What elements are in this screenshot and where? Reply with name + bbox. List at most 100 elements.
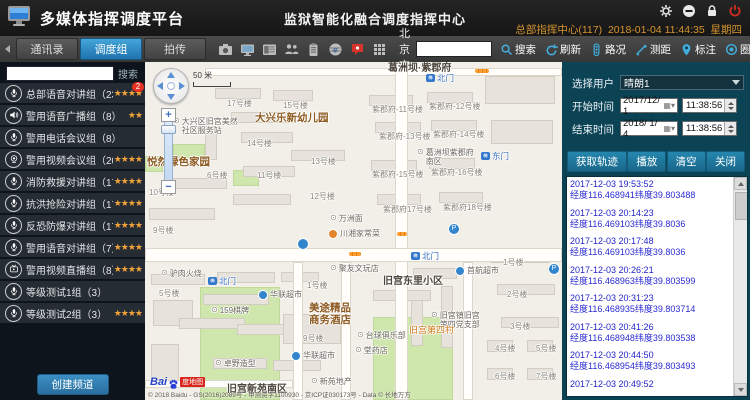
- tv-icon: [5, 261, 22, 278]
- zoom-out-button[interactable]: −: [161, 180, 176, 194]
- group-item[interactable]: 总部语音对讲组（23）★★★★2: [0, 83, 145, 103]
- zoom-slider-track[interactable]: [164, 122, 173, 180]
- minimize-icon[interactable]: [682, 4, 696, 18]
- track-point-entry[interactable]: 2017-12-03 20:26:21经度116.468963纬度39.8035…: [570, 265, 733, 288]
- group-item[interactable]: 抗洪抢险对讲组（17）★★★★: [0, 193, 145, 213]
- settings-gear-icon[interactable]: [659, 4, 673, 18]
- track-point-entry[interactable]: 2017-12-03 19:53:52经度116.468941纬度39.8034…: [570, 179, 733, 202]
- group-item[interactable]: 等级测试2组（3）★★★★: [0, 303, 145, 323]
- zoom-slider-thumb[interactable]: [161, 125, 176, 134]
- map-compass-control[interactable]: [153, 68, 189, 104]
- map-label-text: 大兴区旧宫美然 社区服务站: [182, 117, 238, 135]
- group-item[interactable]: 等级测试1组（3）: [0, 281, 145, 301]
- entry-coordinates: 经度116.468948纬度39.803538: [570, 333, 733, 344]
- scrollbar-thumb[interactable]: [735, 192, 748, 220]
- spin-down-icon[interactable]: [728, 107, 734, 110]
- group-item[interactable]: 警用语音广播组（8）★★: [0, 105, 145, 125]
- scroll-up-icon[interactable]: [734, 177, 747, 190]
- panel-icon[interactable]: [262, 42, 277, 57]
- track-point-entry[interactable]: 2017-12-03 20:14:23经度116.469103纬度39.8036: [570, 208, 733, 231]
- pan-right-icon[interactable]: [179, 82, 185, 90]
- pan-center-icon[interactable]: [167, 82, 175, 90]
- track-point-entry[interactable]: 2017-12-03 20:44:50经度116.468954纬度39.8034…: [570, 350, 733, 373]
- spin-up-icon[interactable]: [728, 125, 734, 128]
- group-name: 抗洪抢险对讲组（17）: [26, 196, 113, 211]
- map-label-text: 堂药店: [364, 346, 388, 355]
- circle-select-action-button[interactable]: 圈选: [725, 42, 750, 57]
- group-name: 警用电话会议组（8）: [26, 130, 142, 145]
- scrollbar[interactable]: [733, 177, 747, 396]
- tab-通讯录[interactable]: 通讯录: [16, 38, 78, 60]
- group-search-input[interactable]: [6, 66, 114, 81]
- power-icon[interactable]: [728, 4, 742, 18]
- lock-icon[interactable]: [705, 4, 719, 18]
- end-date-input[interactable]: 2018/ 1/ 4▦▾: [620, 121, 678, 136]
- group-search-button[interactable]: 搜索: [118, 66, 138, 81]
- chat-alert-icon[interactable]: [350, 42, 365, 57]
- tab-拍传[interactable]: 拍传: [144, 38, 206, 60]
- group-item[interactable]: 警用视频会议组（20）★★★★: [0, 149, 145, 169]
- map-label-text: 旧宫东里小区: [383, 276, 443, 288]
- group-item[interactable]: 消防救援对讲组（17）★★★★: [0, 171, 145, 191]
- start-time-input[interactable]: 11:38:56: [682, 98, 737, 113]
- map-canvas[interactable]: PP 葛洲坝·紫郡府∩北门⊙大兴区旧宫美然 社区服务站大兴乐新幼儿园悦然绿色家园…: [145, 62, 562, 400]
- track-button-获取轨迹[interactable]: 获取轨迹: [567, 151, 627, 172]
- marker-action-button[interactable]: 标注: [680, 42, 716, 57]
- group-item[interactable]: 反恐防爆对讲组（17）★★★★: [0, 215, 145, 235]
- map-label: 紫郡府-13号楼: [379, 132, 431, 141]
- search-icon: [500, 43, 513, 56]
- action-label: 路况: [605, 42, 626, 57]
- pan-up-icon[interactable]: [167, 72, 175, 78]
- map-label: 9号楼: [303, 334, 323, 343]
- spin-down-icon[interactable]: [728, 130, 734, 133]
- grid-icon[interactable]: [372, 42, 387, 57]
- entry-timestamp: 2017-12-03 19:53:52: [570, 179, 733, 190]
- group-item[interactable]: 警用视频直播组（8）★★★★: [0, 259, 145, 279]
- group-name: 消防救援对讲组（17）: [26, 174, 113, 189]
- end-time-input[interactable]: 11:38:56: [682, 121, 737, 136]
- search-action-button[interactable]: 搜索: [500, 42, 536, 57]
- start-date-value: 2017/12/ 1: [623, 95, 663, 117]
- entry-timestamp: 2017-12-03 20:49:52: [570, 379, 733, 390]
- scroll-down-icon[interactable]: [734, 383, 747, 396]
- track-point-entry[interactable]: 2017-12-03 20:17:48经度116.469103纬度39.8036: [570, 236, 733, 259]
- zoom-in-button[interactable]: +: [161, 108, 176, 122]
- track-point-entry[interactable]: 2017-12-03 20:49:52: [570, 379, 733, 390]
- track-button-播放[interactable]: 播放: [627, 151, 666, 172]
- clipboard-icon[interactable]: [306, 42, 321, 57]
- start-date-input[interactable]: 2017/12/ 1▦▾: [620, 98, 678, 113]
- monitor-icon[interactable]: [240, 42, 255, 57]
- gate-icon: ∩: [426, 74, 435, 82]
- create-channel-button[interactable]: 创建频道: [37, 374, 109, 395]
- user-select[interactable]: 晴朗1: [620, 75, 744, 90]
- gate-icon: ∩: [208, 277, 217, 285]
- map-label-text: 北门: [219, 277, 236, 287]
- track-point-entry[interactable]: 2017-12-03 20:41:26经度116.468948纬度39.8035…: [570, 322, 733, 345]
- photo-icon[interactable]: [218, 42, 233, 57]
- browser-icon[interactable]: e: [328, 42, 343, 57]
- action-label: 测距: [650, 42, 671, 57]
- map-search-input[interactable]: [416, 41, 492, 57]
- tab-调度组[interactable]: 调度组: [80, 38, 142, 60]
- end-time-label: 结束时间: [562, 122, 614, 137]
- pan-left-icon[interactable]: [157, 82, 163, 90]
- map-label-text: 15号楼: [283, 101, 308, 110]
- track-point-entry[interactable]: 2017-12-03 20:31:23经度116.468935纬度39.8037…: [570, 293, 733, 316]
- track-button-关闭[interactable]: 关闭: [706, 151, 745, 172]
- map-actions: 搜索刷新路况测距标注圈选轨迹回放实时跟踪: [500, 42, 750, 57]
- pan-down-icon[interactable]: [167, 94, 175, 100]
- spin-up-icon[interactable]: [728, 102, 734, 105]
- users-icon[interactable]: [284, 42, 299, 57]
- traffic-action-button[interactable]: 路况: [590, 42, 626, 57]
- entry-timestamp: 2017-12-03 20:44:50: [570, 350, 733, 361]
- entry-coordinates: 经度116.469103纬度39.8036: [570, 219, 733, 230]
- track-button-清空[interactable]: 清空: [667, 151, 706, 172]
- group-item[interactable]: 警用电话会议组（8）: [0, 127, 145, 147]
- time-spinner[interactable]: [724, 99, 736, 112]
- time-spinner[interactable]: [724, 122, 736, 135]
- collapse-panel-icon[interactable]: [5, 45, 10, 53]
- group-item[interactable]: 警用语音对讲组（7）★★★★: [0, 237, 145, 257]
- action-label: 搜索: [515, 42, 536, 57]
- refresh-action-button[interactable]: 刷新: [545, 42, 581, 57]
- measure-action-button[interactable]: 测距: [635, 42, 671, 57]
